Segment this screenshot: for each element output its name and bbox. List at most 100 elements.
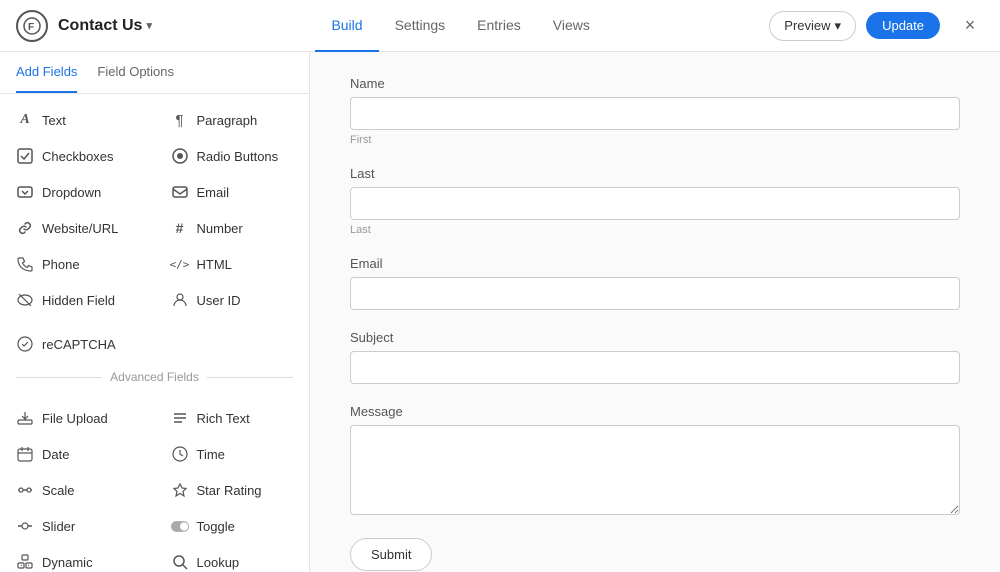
page-title[interactable]: Contact Us ▾ [58, 17, 152, 35]
divider-line-right [207, 377, 293, 378]
field-checkboxes-label: Checkboxes [42, 149, 114, 164]
field-html-label: HTML [197, 257, 232, 272]
time-icon [171, 445, 189, 463]
field-recaptcha[interactable]: reCAPTCHA [0, 326, 309, 362]
field-date[interactable]: Date [0, 436, 155, 472]
field-star-rating-label: Star Rating [197, 483, 262, 498]
form-field-last: Last Last [350, 166, 960, 236]
text-icon: A [16, 111, 34, 129]
field-paragraph[interactable]: ¶ Paragraph [155, 102, 310, 138]
nav-build[interactable]: Build [315, 0, 378, 52]
tab-add-fields[interactable]: Add Fields [16, 52, 77, 93]
field-phone-label: Phone [42, 257, 80, 272]
field-paragraph-label: Paragraph [197, 113, 258, 128]
field-email[interactable]: Email [155, 174, 310, 210]
toggle-icon [171, 517, 189, 535]
field-scale[interactable]: Scale [0, 472, 155, 508]
field-text-label: Text [42, 113, 66, 128]
date-icon [16, 445, 34, 463]
field-checkboxes[interactable]: Checkboxes [0, 138, 155, 174]
basic-fields-grid: A Text ¶ Paragraph Checkboxes Radio But [0, 94, 309, 326]
submit-button[interactable]: Submit [350, 538, 432, 571]
field-userid[interactable]: User ID [155, 282, 310, 318]
field-dropdown[interactable]: Dropdown [0, 174, 155, 210]
nav-entries[interactable]: Entries [461, 0, 537, 52]
field-date-label: Date [42, 447, 69, 462]
field-email-label: Email [197, 185, 230, 200]
email-input[interactable] [350, 277, 960, 310]
field-slider[interactable]: Slider [0, 508, 155, 544]
nav-settings[interactable]: Settings [379, 0, 462, 52]
field-file-upload[interactable]: File Upload [0, 400, 155, 436]
close-button[interactable]: × [956, 12, 984, 40]
form-preview: Name First Last Last Email Subject Messa… [310, 52, 1000, 572]
rich-text-icon [171, 409, 189, 427]
title-dropdown-arrow: ▾ [146, 19, 152, 32]
html-icon: </> [171, 255, 189, 273]
email-icon [171, 183, 189, 201]
name-label: Name [350, 76, 960, 91]
nav-views[interactable]: Views [537, 0, 606, 52]
field-phone[interactable]: Phone [0, 246, 155, 282]
scale-icon [16, 481, 34, 499]
field-lookup[interactable]: Lookup [155, 544, 310, 572]
field-rich-text[interactable]: Rich Text [155, 400, 310, 436]
advanced-fields-divider: Advanced Fields [0, 362, 309, 392]
name-first-input[interactable] [350, 97, 960, 130]
sidebar-tabs: Add Fields Field Options [0, 52, 309, 94]
name-last-input[interactable] [350, 187, 960, 220]
lookup-icon [171, 553, 189, 571]
phone-icon [16, 255, 34, 273]
field-url[interactable]: Website/URL [0, 210, 155, 246]
field-rich-text-label: Rich Text [197, 411, 250, 426]
header-actions: Preview ▾ Update × [769, 11, 984, 41]
message-textarea[interactable] [350, 425, 960, 515]
main-nav: Build Settings Entries Views [315, 0, 605, 52]
subject-input[interactable] [350, 351, 960, 384]
subject-label: Subject [350, 330, 960, 345]
tab-field-options[interactable]: Field Options [97, 52, 174, 93]
update-button[interactable]: Update [866, 12, 940, 39]
preview-button[interactable]: Preview ▾ [769, 11, 856, 41]
form-field-email: Email [350, 256, 960, 310]
userid-icon [171, 291, 189, 309]
field-number[interactable]: # Number [155, 210, 310, 246]
name-last-sublabel: Last [350, 224, 960, 236]
field-text[interactable]: A Text [0, 102, 155, 138]
dropdown-icon [16, 183, 34, 201]
field-dropdown-label: Dropdown [42, 185, 101, 200]
field-toggle[interactable]: Toggle [155, 508, 310, 544]
field-dynamic[interactable]: Dynamic [0, 544, 155, 572]
message-label: Message [350, 404, 960, 419]
field-url-label: Website/URL [42, 221, 118, 236]
sidebar: Add Fields Field Options A Text ¶ Paragr… [0, 52, 310, 572]
advanced-fields-grid: File Upload Rich Text Date [0, 392, 309, 572]
field-userid-label: User ID [197, 293, 241, 308]
field-dynamic-label: Dynamic [42, 555, 93, 570]
star-icon [171, 481, 189, 499]
slider-icon [16, 517, 34, 535]
field-radio[interactable]: Radio Buttons [155, 138, 310, 174]
field-hidden-label: Hidden Field [42, 293, 115, 308]
app-header: F Contact Us ▾ Build Settings Entries Vi… [0, 0, 1000, 52]
field-html[interactable]: </> HTML [155, 246, 310, 282]
email-label: Email [350, 256, 960, 271]
checkbox-icon [16, 147, 34, 165]
hidden-icon [16, 291, 34, 309]
divider-line-left [16, 377, 102, 378]
advanced-fields-label: Advanced Fields [110, 370, 199, 384]
field-star-rating[interactable]: Star Rating [155, 472, 310, 508]
field-slider-label: Slider [42, 519, 75, 534]
field-radio-label: Radio Buttons [197, 149, 279, 164]
last-label: Last [350, 166, 960, 181]
link-icon [16, 219, 34, 237]
recaptcha-icon [16, 335, 34, 353]
paragraph-icon: ¶ [171, 111, 189, 129]
form-submit-container: Submit [350, 538, 960, 571]
form-field-message: Message [350, 404, 960, 518]
field-hidden[interactable]: Hidden Field [0, 282, 155, 318]
form-field-subject: Subject [350, 330, 960, 384]
field-lookup-label: Lookup [197, 555, 240, 570]
field-time[interactable]: Time [155, 436, 310, 472]
field-recaptcha-label: reCAPTCHA [42, 337, 116, 352]
